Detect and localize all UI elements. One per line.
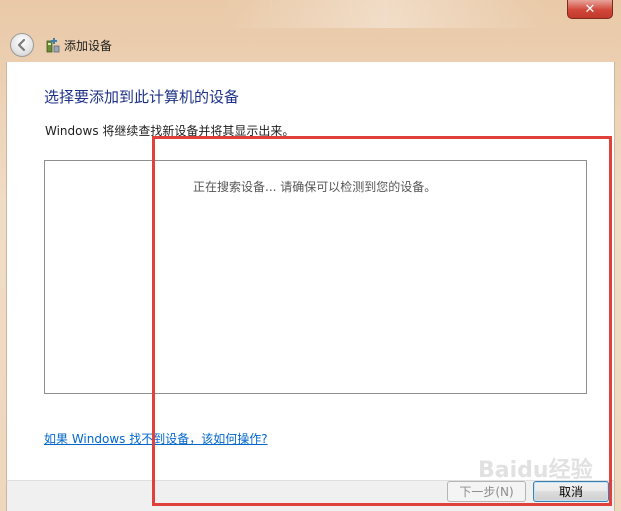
help-link[interactable]: 如果 Windows 找不到设备，该如何操作? — [44, 430, 268, 447]
watermark: Baidu经验 — [478, 458, 593, 483]
dialog-footer: 下一步(N) 取消 — [6, 480, 615, 511]
instruction-text: Windows 将继续查找新设备并将其显示出来。 — [45, 124, 295, 138]
back-arrow-icon — [17, 38, 26, 52]
background-blur — [220, 0, 550, 28]
next-button[interactable]: 下一步(N) — [447, 481, 526, 502]
searching-status: 正在搜索设备... 请确保可以检测到您的设备。 — [193, 180, 437, 194]
close-button[interactable]: ✕ — [567, 0, 613, 19]
close-icon: ✕ — [584, 1, 596, 17]
device-list[interactable]: 正在搜索设备... 请确保可以检测到您的设备。 — [44, 160, 587, 394]
window-frame: ✕ 添加设备 选择要添加到此计算机的设备 Windows 将继续查找新设备并将其… — [0, 0, 621, 511]
cancel-button[interactable]: 取消 — [533, 481, 609, 502]
title-bar: 添加设备 — [6, 28, 615, 62]
add-device-icon — [46, 37, 60, 53]
dialog-content: 选择要添加到此计算机的设备 Windows 将继续查找新设备并将其显示出来。 正… — [6, 62, 615, 480]
page-heading: 选择要添加到此计算机的设备 — [44, 88, 240, 106]
back-button[interactable] — [10, 33, 34, 57]
window-title: 添加设备 — [64, 38, 113, 53]
